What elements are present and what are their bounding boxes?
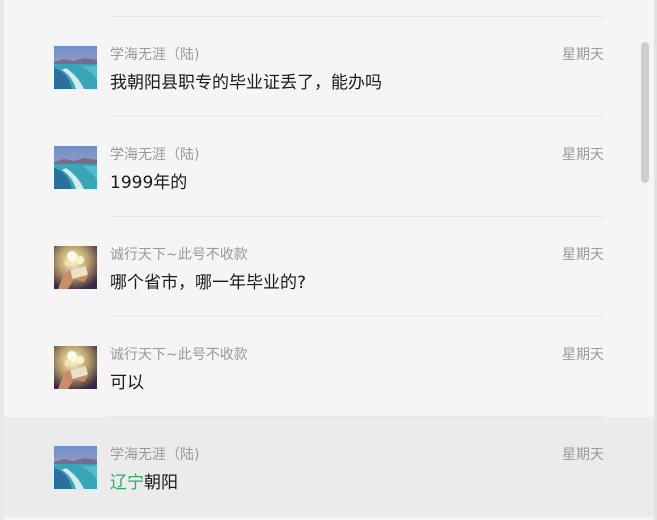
sender-name: 诚行天下~此号不收款: [110, 247, 248, 263]
scrollbar-thumb[interactable]: [641, 42, 649, 183]
message-text: 哪个省市，哪一年毕业的?: [110, 268, 306, 293]
message-text-body: 1999年的: [110, 173, 188, 193]
coin-hand-avatar-icon[interactable]: [54, 246, 97, 289]
message-time: 星期天: [562, 47, 604, 63]
message-text: 1999年的: [110, 168, 187, 193]
message-text-body: 我朝阳县职专的毕业证丢了，能办吗: [110, 73, 382, 93]
message-time: 星期天: [562, 247, 604, 263]
message-text-body: 哪个省市，哪一年毕业的?: [110, 273, 307, 293]
message-item-selected[interactable]: 学海无涯（陆) 星期天 辽宁朝阳: [4, 417, 654, 517]
message-text: 辽宁朝阳: [110, 468, 178, 493]
message-time: 星期天: [562, 447, 604, 463]
message-item[interactable]: 学海无涯（陆) 星期天 1999年的: [4, 117, 654, 217]
chat-history-window: 学海无涯（陆) 星期天 我朝阳县职专的毕业证丢了，能办吗 学海无涯（陆) 星期天…: [0, 0, 657, 520]
seaside-avatar-icon[interactable]: [54, 446, 97, 489]
sender-name: 诚行天下~此号不收款: [110, 347, 248, 363]
message-item[interactable]: 学海无涯（陆) 星期天 我朝阳县职专的毕业证丢了，能办吗: [4, 17, 654, 117]
message-item[interactable]: 诚行天下~此号不收款 星期天 可以: [4, 317, 654, 417]
message-text: 可以: [110, 368, 144, 393]
coin-hand-avatar-icon[interactable]: [54, 346, 97, 389]
seaside-avatar-icon[interactable]: [54, 46, 97, 89]
seaside-avatar-icon[interactable]: [54, 146, 97, 189]
message-time: 星期天: [562, 347, 604, 363]
message-time: 星期天: [562, 147, 604, 163]
sender-name: 学海无涯（陆): [110, 447, 200, 463]
message-text-body: 可以: [110, 373, 144, 393]
message-text: 我朝阳县职专的毕业证丢了，能办吗: [110, 68, 382, 93]
sender-name: 学海无涯（陆): [110, 47, 200, 63]
message-text-body: 朝阳: [144, 473, 178, 493]
sender-name: 学海无涯（陆): [110, 147, 200, 163]
keyword-highlight: 辽宁: [110, 473, 144, 493]
message-item[interactable]: 诚行天下~此号不收款 星期天 哪个省市，哪一年毕业的?: [4, 217, 654, 317]
